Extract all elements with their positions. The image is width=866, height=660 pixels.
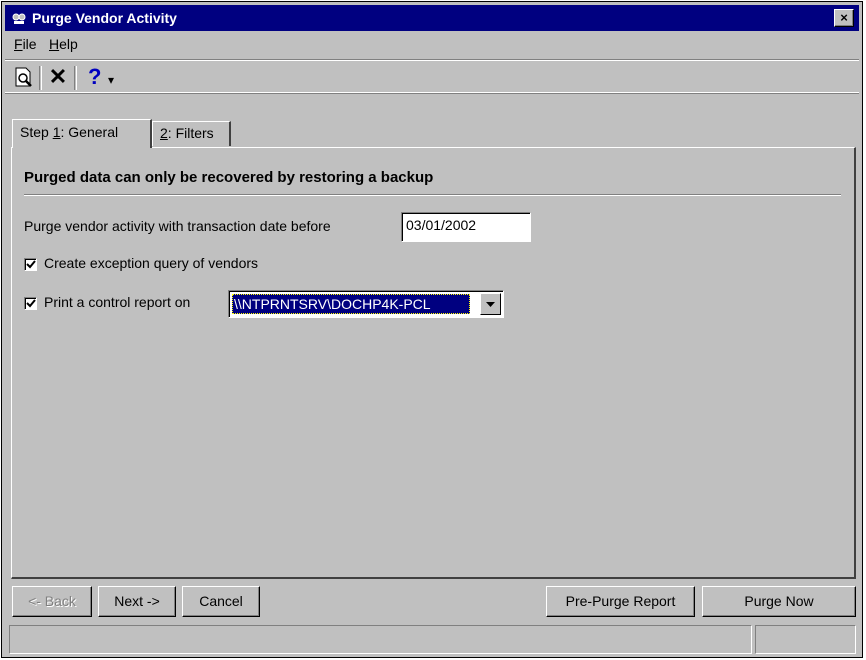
tab-general[interactable]: Step 1: General: [12, 119, 152, 148]
close-icon: ×: [840, 10, 848, 25]
control-report-checkbox[interactable]: [24, 297, 37, 310]
print-preview-icon: [15, 67, 32, 87]
exception-query-label: Create exception query of vendors: [44, 255, 259, 271]
date-label: Purge vendor activity with transaction d…: [24, 218, 331, 234]
toolbar: ✕ ? ▾: [5, 59, 859, 93]
menu-help[interactable]: Help: [49, 36, 78, 52]
transaction-date-field[interactable]: 03/01/2002: [401, 212, 531, 242]
menu-bar: File Help: [5, 33, 859, 57]
general-panel: Purged data can only be recovered by res…: [11, 147, 856, 579]
printer-dropdown-button[interactable]: [480, 293, 501, 315]
exception-query-checkbox[interactable]: [24, 258, 37, 271]
dropdown-arrow-icon: [486, 302, 495, 307]
menu-file[interactable]: File: [14, 36, 37, 52]
divider: [24, 194, 841, 196]
control-report-label: Print a control report on: [44, 294, 191, 310]
status-bar-main: [9, 625, 752, 654]
checkmark-icon: [26, 260, 36, 269]
purge-vendor-activity-window: Purge Vendor Activity × File Help ✕ ? ▾ …: [1, 1, 863, 658]
tab-filters[interactable]: 2: Filters: [152, 121, 231, 146]
pre-purge-report-button[interactable]: Pre-Purge Report: [546, 586, 695, 617]
checkmark-icon: [26, 299, 36, 308]
purge-now-button[interactable]: Purge Now: [702, 586, 856, 617]
printer-select-value: \\NTPRNTSRV\DOCHP4K-PCL: [232, 294, 470, 314]
toolbar-separator: [74, 66, 77, 90]
delete-icon: ✕: [48, 64, 68, 89]
app-icon: [12, 13, 26, 24]
help-button[interactable]: ? ▾: [84, 66, 118, 90]
purge-warning-heading: Purged data can only be recovered by res…: [24, 169, 434, 186]
back-button[interactable]: <- Back: [12, 586, 92, 617]
window-close-button[interactable]: ×: [834, 9, 854, 27]
delete-button[interactable]: ✕: [46, 66, 70, 90]
help-icon: ?: [87, 64, 102, 89]
chevron-down-icon: ▾: [108, 73, 115, 87]
print-preview-button[interactable]: [12, 66, 36, 90]
title-bar[interactable]: Purge Vendor Activity ×: [5, 5, 859, 31]
next-button[interactable]: Next ->: [98, 586, 176, 617]
window-title: Purge Vendor Activity: [32, 10, 177, 26]
toolbar-separator: [39, 66, 42, 90]
printer-select[interactable]: \\NTPRNTSRV\DOCHP4K-PCL: [228, 290, 504, 318]
cancel-button[interactable]: Cancel: [182, 586, 260, 617]
status-bar-secondary: [755, 625, 856, 654]
